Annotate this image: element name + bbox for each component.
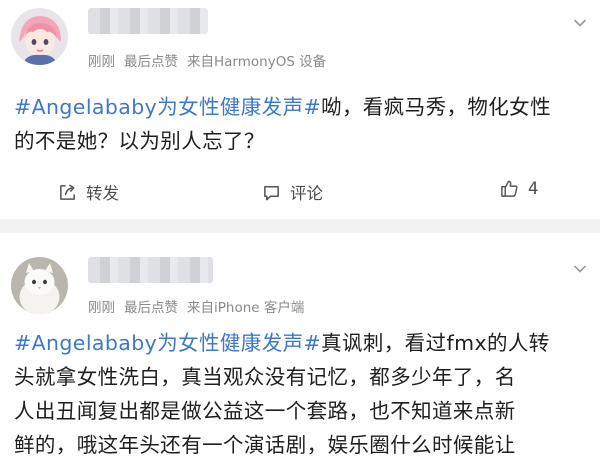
share-icon [60, 184, 75, 200]
post-meta: 刚刚 最后点赞 来自HarmonyOS 设备 [88, 50, 335, 70]
comment-icon [264, 185, 279, 200]
action-bar: 转发 评论 4 [0, 176, 600, 206]
post-separator [0, 219, 600, 233]
post-edited: 最后点赞 [124, 54, 178, 70]
repost-label: 转发 [86, 184, 119, 203]
avatar[interactable] [11, 257, 68, 314]
thumbs-up-icon [501, 180, 518, 197]
post-text: 头就拿女性洗白，真当观众没有记忆，都多少年了，名 [14, 365, 516, 389]
avatar[interactable] [11, 8, 68, 65]
like-count: 4 [528, 179, 539, 198]
topic-link[interactable]: #Angelababy为女性健康发声# [14, 95, 321, 119]
username-blurred[interactable] [88, 257, 213, 283]
post-source: 来自HarmonyOS 设备 [187, 54, 327, 70]
post-time: 刚刚 [88, 300, 115, 316]
post-text: 人出丑闻复出都是做公益这一个套路，也不知道来点新 [14, 399, 516, 423]
weibo-post-1: 刚刚 最后点赞 来自HarmonyOS 设备 #Angelababy为女性健康发声#… [0, 0, 600, 219]
post-edited: 最后点赞 [124, 300, 178, 316]
post-time: 刚刚 [88, 54, 115, 70]
avatar-pink-hair-anime-icon [11, 8, 68, 65]
post-content: #Angelababy为女性健康发声#呦，看疯马秀，物化女性 的不是她？以为别人… [14, 90, 586, 158]
post-source: 来自iPhone 客户端 [187, 300, 305, 316]
comment-button[interactable]: 评论 [262, 180, 323, 204]
comment-label: 评论 [290, 184, 323, 203]
like-button[interactable]: 4 [500, 179, 539, 198]
chevron-down-icon[interactable] [574, 263, 586, 275]
post-content: #Angelababy为女性健康发声#真讽刺，看过fmx的人转 头就拿女性洗白，… [14, 326, 586, 462]
username-blurred[interactable] [88, 8, 208, 34]
chevron-down-icon[interactable] [574, 17, 586, 29]
post-meta: 刚刚 最后点赞 来自iPhone 客户端 [88, 296, 313, 316]
avatar-white-cat-icon [11, 257, 68, 314]
post-text: 呦，看疯马秀，物化女性 [321, 95, 551, 119]
repost-button[interactable]: 转发 [58, 180, 119, 204]
topic-link[interactable]: #Angelababy为女性健康发声# [14, 331, 321, 355]
post-text: 的不是她？以为别人忘了？ [14, 129, 265, 153]
post-text: 真讽刺，看过fmx的人转 [321, 331, 550, 355]
weibo-post-2: 刚刚 最后点赞 来自iPhone 客户端 #Angelababy为女性健康发声#真讽… [0, 233, 600, 463]
post-text: 鲜的，哦这年头还有一个演话剧，娱乐圈什么时候能让 [14, 433, 516, 457]
